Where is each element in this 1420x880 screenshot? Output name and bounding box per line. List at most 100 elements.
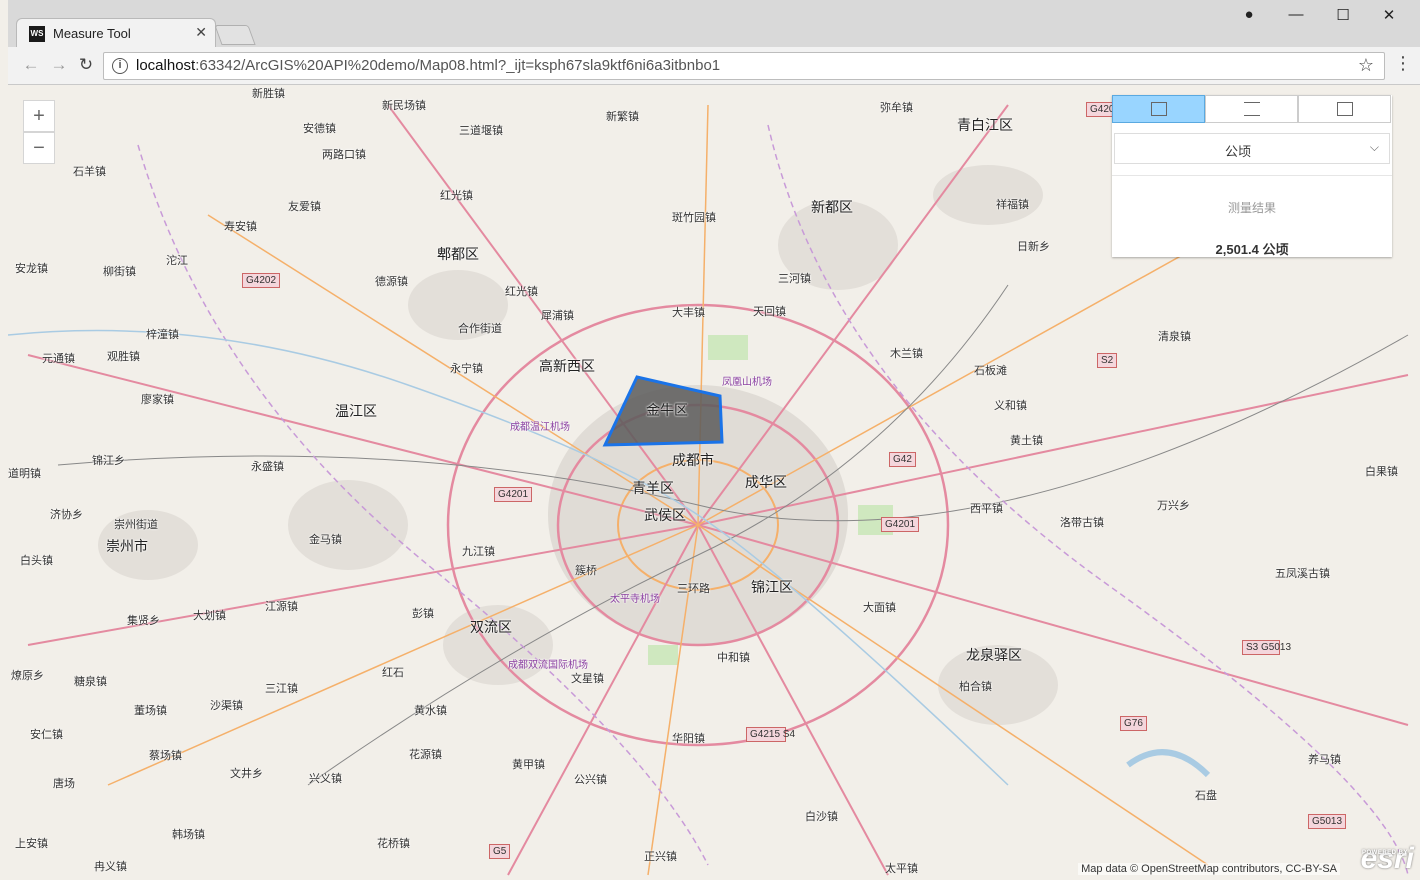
map-label: 安德镇 [303, 123, 336, 135]
map-label: 武侯区 [644, 507, 686, 523]
browser-window: WS Measure Tool ✕ ● — ☐ ✕ ← → ↻ i localh… [8, 0, 1420, 880]
account-icon[interactable]: ● [1234, 6, 1264, 23]
map-label: 万兴乡 [1157, 500, 1190, 512]
map-label: 正兴镇 [644, 851, 677, 863]
map-label: 弥牟镇 [880, 102, 913, 114]
map-label: 道明镇 [8, 468, 41, 480]
map-label: 永宁镇 [450, 363, 483, 375]
maximize-button[interactable]: ☐ [1328, 6, 1358, 24]
map-label: 三江镇 [265, 683, 298, 695]
map-label: 温江区 [335, 403, 377, 419]
map-label: 永盛镇 [251, 461, 284, 473]
highway-shield: G76 [1120, 716, 1147, 731]
webstorm-favicon-icon: WS [29, 26, 45, 42]
bookmark-star-icon[interactable]: ☆ [1358, 55, 1374, 76]
map-label: 红石 [382, 667, 404, 679]
map-label: 石羊镇 [73, 166, 106, 178]
map-label: 黄水镇 [414, 705, 447, 717]
map-label: 安仁镇 [30, 729, 63, 741]
map-label: 文星镇 [571, 673, 604, 685]
map-label: 公兴镇 [574, 774, 607, 786]
tab-strip: WS Measure Tool ✕ ● — ☐ ✕ [8, 0, 1420, 48]
browser-toolbar: ← → ↻ i localhost:63342/ArcGIS%20API%20d… [8, 47, 1420, 85]
map-label: 寿安镇 [224, 221, 257, 233]
map-label: 董场镇 [134, 705, 167, 717]
map-label: 柏合镇 [959, 681, 992, 693]
tab-title: Measure Tool [53, 26, 131, 41]
map-label: 廖家镇 [141, 394, 174, 406]
close-window-button[interactable]: ✕ [1374, 6, 1404, 24]
map-label: 济协乡 [50, 509, 83, 521]
map-label: 太平寺机场 [610, 594, 660, 605]
browser-menu-icon[interactable]: ⋮ [1394, 53, 1412, 74]
map-label: 高新西区 [539, 358, 595, 374]
map-label: 大面镇 [863, 602, 896, 614]
highway-shield: G4201 [494, 487, 533, 502]
info-icon[interactable]: i [112, 58, 128, 74]
location-grid-icon [1337, 102, 1353, 116]
map-label: 石盘 [1195, 790, 1217, 802]
map-label: 糖泉镇 [74, 676, 107, 688]
zoom-in-button[interactable]: + [23, 100, 55, 132]
area-ruler-icon [1151, 102, 1167, 116]
distance-tool-tab[interactable] [1205, 95, 1298, 123]
map-label: 白头镇 [20, 555, 53, 567]
back-button[interactable]: ← [20, 55, 42, 75]
unit-select[interactable]: 公顷 ⌵ [1114, 133, 1390, 164]
url-text[interactable]: localhost:63342/ArcGIS%20API%20demo/Map0… [136, 57, 720, 74]
map-attribution[interactable]: Map data © OpenStreetMap contributors, C… [1078, 863, 1340, 875]
browser-tab[interactable]: WS Measure Tool ✕ [16, 18, 216, 48]
highway-shield: G5 [489, 844, 511, 859]
map-label: 清泉镇 [1158, 331, 1191, 343]
reload-button[interactable]: ↻ [75, 55, 97, 75]
map-label: 黄甲镇 [512, 759, 545, 771]
map-label: 锦江区 [751, 579, 793, 595]
map-label: 新都区 [811, 199, 853, 215]
map-label: 上安镇 [15, 838, 48, 850]
location-tool-tab[interactable] [1298, 95, 1391, 123]
highway-shield: G4202 [242, 273, 281, 288]
map-label: 韩场镇 [172, 829, 205, 841]
map-label: 凤凰山机场 [722, 377, 772, 388]
url-path: :63342/ArcGIS%20API%20demo/Map08.html?_i… [195, 57, 721, 74]
map-label: 沱江 [166, 255, 188, 267]
map-label: 两路口镇 [322, 149, 366, 161]
zoom-out-button[interactable]: − [23, 132, 55, 164]
map-label: 梓潼镇 [146, 329, 179, 341]
map-view[interactable]: + − 新胜镇 新民场镇 安德镇 三道堰镇 新繁镇 弥牟镇 青白江区 两路口镇 … [8, 85, 1420, 880]
forward-button[interactable]: → [48, 55, 70, 75]
highway-shield: S2 [1097, 353, 1118, 368]
tab-close-icon[interactable]: ✕ [195, 24, 207, 41]
map-label: 观胜镇 [107, 351, 140, 363]
map-label: 花源镇 [409, 749, 442, 761]
map-label: 白沙镇 [805, 811, 838, 823]
esri-powered-text: POWERED BY [1361, 850, 1408, 856]
map-label: 斑竹园镇 [672, 212, 716, 224]
new-tab-button[interactable] [214, 25, 256, 45]
minimize-button[interactable]: — [1281, 6, 1311, 23]
map-label: 唐场 [53, 778, 75, 790]
map-label: 冉义镇 [94, 861, 127, 873]
map-label: 燎原乡 [11, 670, 44, 682]
map-label: 祥福镇 [996, 199, 1029, 211]
address-bar[interactable]: i localhost:63342/ArcGIS%20API%20demo/Ma… [103, 52, 1385, 80]
map-label: 友爱镇 [288, 201, 321, 213]
area-tool-tab[interactable] [1112, 95, 1205, 123]
map-label: 崇州市 [106, 538, 148, 554]
highway-shield: G4215 S4 [746, 727, 795, 742]
map-label: 天回镇 [753, 306, 786, 318]
map-label: 三河镇 [778, 273, 811, 285]
map-label: 木兰镇 [890, 348, 923, 360]
highway-shield: G42 [889, 452, 916, 467]
map-label: 大丰镇 [672, 307, 705, 319]
map-label: 日新乡 [1017, 241, 1050, 253]
map-label: 簇桥 [575, 565, 597, 577]
esri-logo[interactable]: POWERED BY esri [1354, 841, 1414, 877]
map-label: 五凤溪古镇 [1275, 568, 1330, 580]
map-label: 成都市 [672, 452, 714, 468]
map-label: 成都双流国际机场 [508, 660, 588, 671]
unit-value: 公顷 [1224, 144, 1251, 159]
map-label: 三环路 [677, 583, 710, 595]
map-label: 新繁镇 [606, 111, 639, 123]
map-label: 龙泉驿区 [966, 647, 1022, 663]
